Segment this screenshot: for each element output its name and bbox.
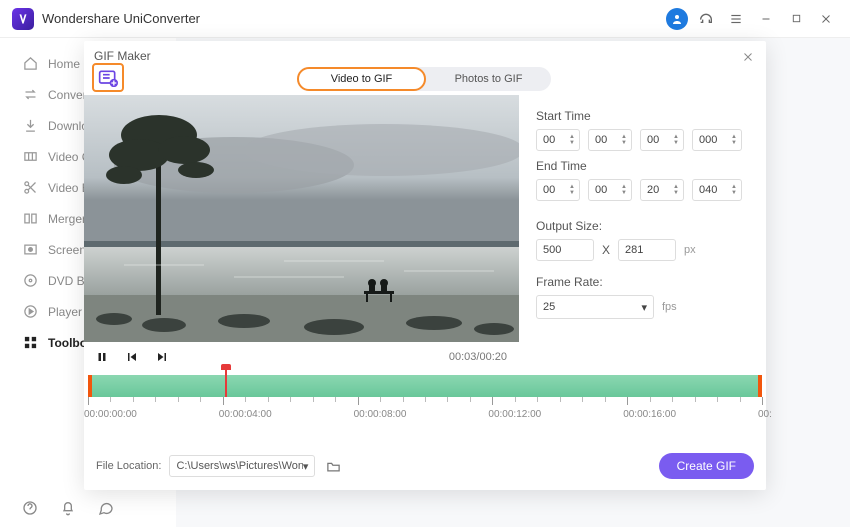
add-file-button[interactable] [92, 63, 124, 92]
download-icon [22, 118, 38, 133]
ruler-label: 00: [758, 409, 772, 420]
output-height[interactable] [618, 239, 676, 261]
start-time-label: Start Time [536, 109, 754, 123]
frame-rate-label: Frame Rate: [536, 275, 754, 289]
compress-icon [22, 149, 38, 164]
close-icon[interactable] [738, 47, 758, 67]
px-unit: px [684, 244, 696, 256]
help-icon[interactable] [22, 500, 38, 516]
down-icon: ▼ [569, 140, 575, 146]
start-minutes[interactable]: 00▲▼ [588, 129, 632, 151]
bell-icon[interactable] [60, 500, 76, 516]
sidebar-item-label: Merger [48, 212, 86, 226]
modal-title: GIF Maker [94, 49, 151, 63]
tab-photos-to-gif[interactable]: Photos to GIF [426, 67, 551, 91]
start-hours[interactable]: 00▲▼ [536, 129, 580, 151]
home-icon [22, 56, 38, 71]
account-avatar[interactable] [666, 8, 688, 30]
play-icon [22, 304, 38, 319]
end-seconds[interactable]: 20▲▼ [640, 179, 684, 201]
bottom-bar [0, 489, 114, 527]
sidebar-item-label: Player [48, 305, 82, 319]
window-close[interactable] [814, 7, 838, 31]
timeline[interactable]: 00:00:00:00 00:00:04:00 00:00:08:00 00:00:1… [84, 375, 766, 431]
sidebar-item-label: Home [48, 57, 80, 71]
modal-footer: File Location: C:\Users\ws\Pictures\Wond… [96, 452, 754, 480]
headset-icon[interactable] [694, 7, 718, 31]
window-minimize[interactable] [754, 7, 778, 31]
end-ms[interactable]: 040▲▼ [692, 179, 742, 201]
end-time-label: End Time [536, 159, 754, 173]
gif-maker-modal: GIF Maker Video to GIF Photos to GIF [84, 41, 766, 490]
next-frame-button[interactable] [156, 351, 168, 363]
start-seconds[interactable]: 00▲▼ [640, 129, 684, 151]
frame-rate-select[interactable]: 25 ▾ [536, 295, 654, 319]
app-logo [12, 8, 34, 30]
fps-unit: fps [662, 301, 677, 313]
pause-button[interactable] [96, 351, 108, 363]
timeline-ruler: 00:00:00:0000:00:04:0000:00:08:0000:00:1… [88, 397, 762, 427]
ruler-label: 00:00:00:00 [84, 409, 137, 420]
end-minutes[interactable]: 00▲▼ [588, 179, 632, 201]
video-preview[interactable] [84, 95, 519, 342]
convert-icon [22, 87, 38, 102]
tab-video-to-gif[interactable]: Video to GIF [297, 67, 426, 91]
disc-icon [22, 273, 38, 288]
output-width[interactable] [536, 239, 594, 261]
playhead[interactable] [225, 369, 227, 397]
start-ms[interactable]: 000▲▼ [692, 129, 742, 151]
settings-form: Start Time 00▲▼ 00▲▼ 00▲▼ 000▲▼ End Time… [536, 101, 754, 319]
chevron-down-icon: ▾ [303, 460, 309, 473]
player-time: 00:03/00:20 [449, 351, 507, 363]
create-gif-button[interactable]: Create GIF [659, 453, 754, 479]
open-folder-button[interactable] [323, 456, 343, 476]
window-maximize[interactable] [784, 7, 808, 31]
app-name: Wondershare UniConverter [42, 11, 200, 26]
output-size-label: Output Size: [536, 219, 754, 233]
scissors-icon [22, 180, 38, 195]
file-location-select[interactable]: C:\Users\ws\Pictures\Wonders ▾ [169, 455, 315, 477]
title-bar: Wondershare UniConverter [0, 0, 850, 38]
file-location-label: File Location: [96, 460, 161, 472]
record-icon [22, 242, 38, 257]
chevron-down-icon: ▾ [641, 301, 647, 314]
feedback-icon[interactable] [98, 500, 114, 516]
mode-segmented: Video to GIF Photos to GIF [297, 67, 551, 91]
player-controls: 00:03/00:20 [84, 342, 519, 372]
merge-icon [22, 211, 38, 226]
times-label: X [602, 243, 610, 257]
ruler-label: 00:00:04:00 [219, 409, 272, 420]
timeline-selection[interactable] [88, 375, 762, 397]
ruler-label: 00:00:12:00 [488, 409, 541, 420]
prev-frame-button[interactable] [126, 351, 138, 363]
ruler-label: 00:00:08:00 [354, 409, 407, 420]
menu-icon[interactable] [724, 7, 748, 31]
ruler-label: 00:00:16:00 [623, 409, 676, 420]
end-hours[interactable]: 00▲▼ [536, 179, 580, 201]
grid-icon [22, 335, 38, 350]
